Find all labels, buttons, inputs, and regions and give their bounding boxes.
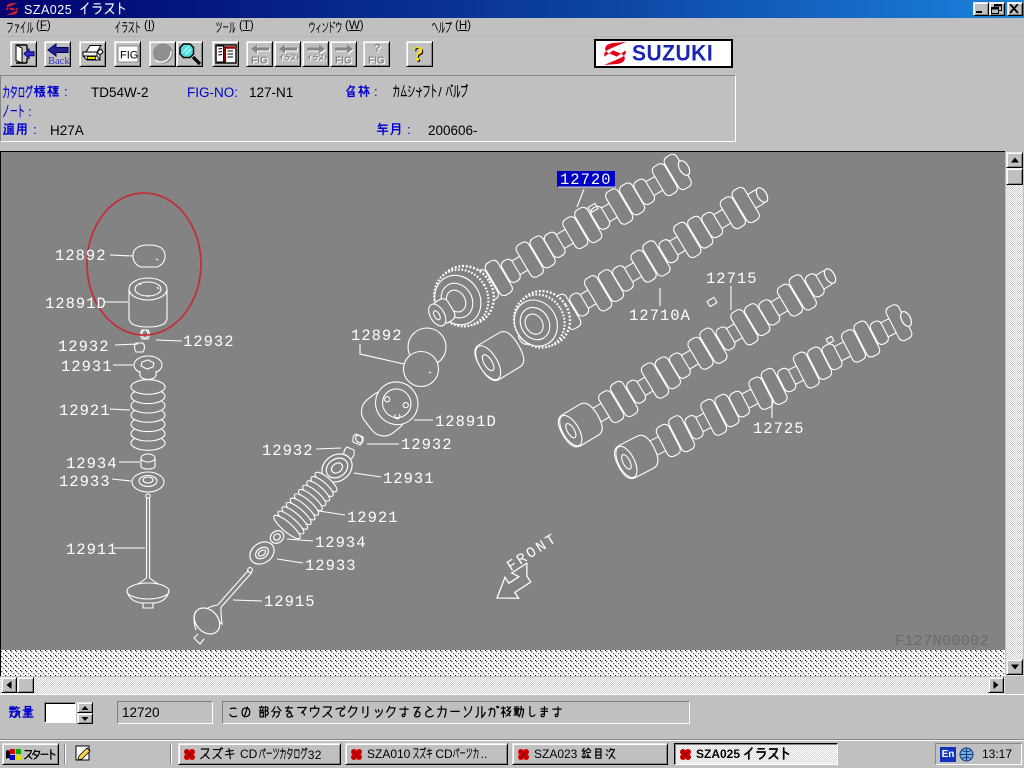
svg-text:12934: 12934 [66, 455, 118, 473]
svg-text:FRONT: FRONT [504, 530, 561, 576]
svg-text:12891D: 12891D [45, 295, 107, 313]
svg-text:12892: 12892 [55, 247, 107, 265]
svg-text:3: 3 [308, 747, 315, 761]
svg-text:12915: 12915 [264, 593, 316, 611]
svg-text:12934: 12934 [315, 534, 367, 552]
svg-text:12720: 12720 [560, 171, 612, 189]
svg-text:F127N00002: F127N00002 [895, 633, 989, 650]
svg-text:12715: 12715 [706, 270, 758, 288]
svg-text:12932: 12932 [58, 338, 110, 356]
svg-text:12921: 12921 [347, 509, 399, 527]
svg-text:12891D: 12891D [435, 413, 497, 431]
svg-text:12710A: 12710A [629, 307, 691, 325]
svg-text:12932: 12932 [183, 333, 235, 351]
svg-text:12932: 12932 [262, 442, 314, 460]
svg-text:12933: 12933 [59, 473, 111, 491]
svg-text:12892: 12892 [351, 327, 403, 345]
svg-text:12931: 12931 [61, 358, 113, 376]
svg-text:12933: 12933 [305, 557, 357, 575]
svg-text:2: 2 [315, 747, 322, 761]
svg-text:12911: 12911 [66, 541, 118, 559]
svg-text:12932: 12932 [401, 436, 453, 454]
svg-text:12725: 12725 [753, 420, 805, 438]
svg-text:12931: 12931 [383, 470, 435, 488]
svg-text:12921: 12921 [59, 402, 111, 420]
